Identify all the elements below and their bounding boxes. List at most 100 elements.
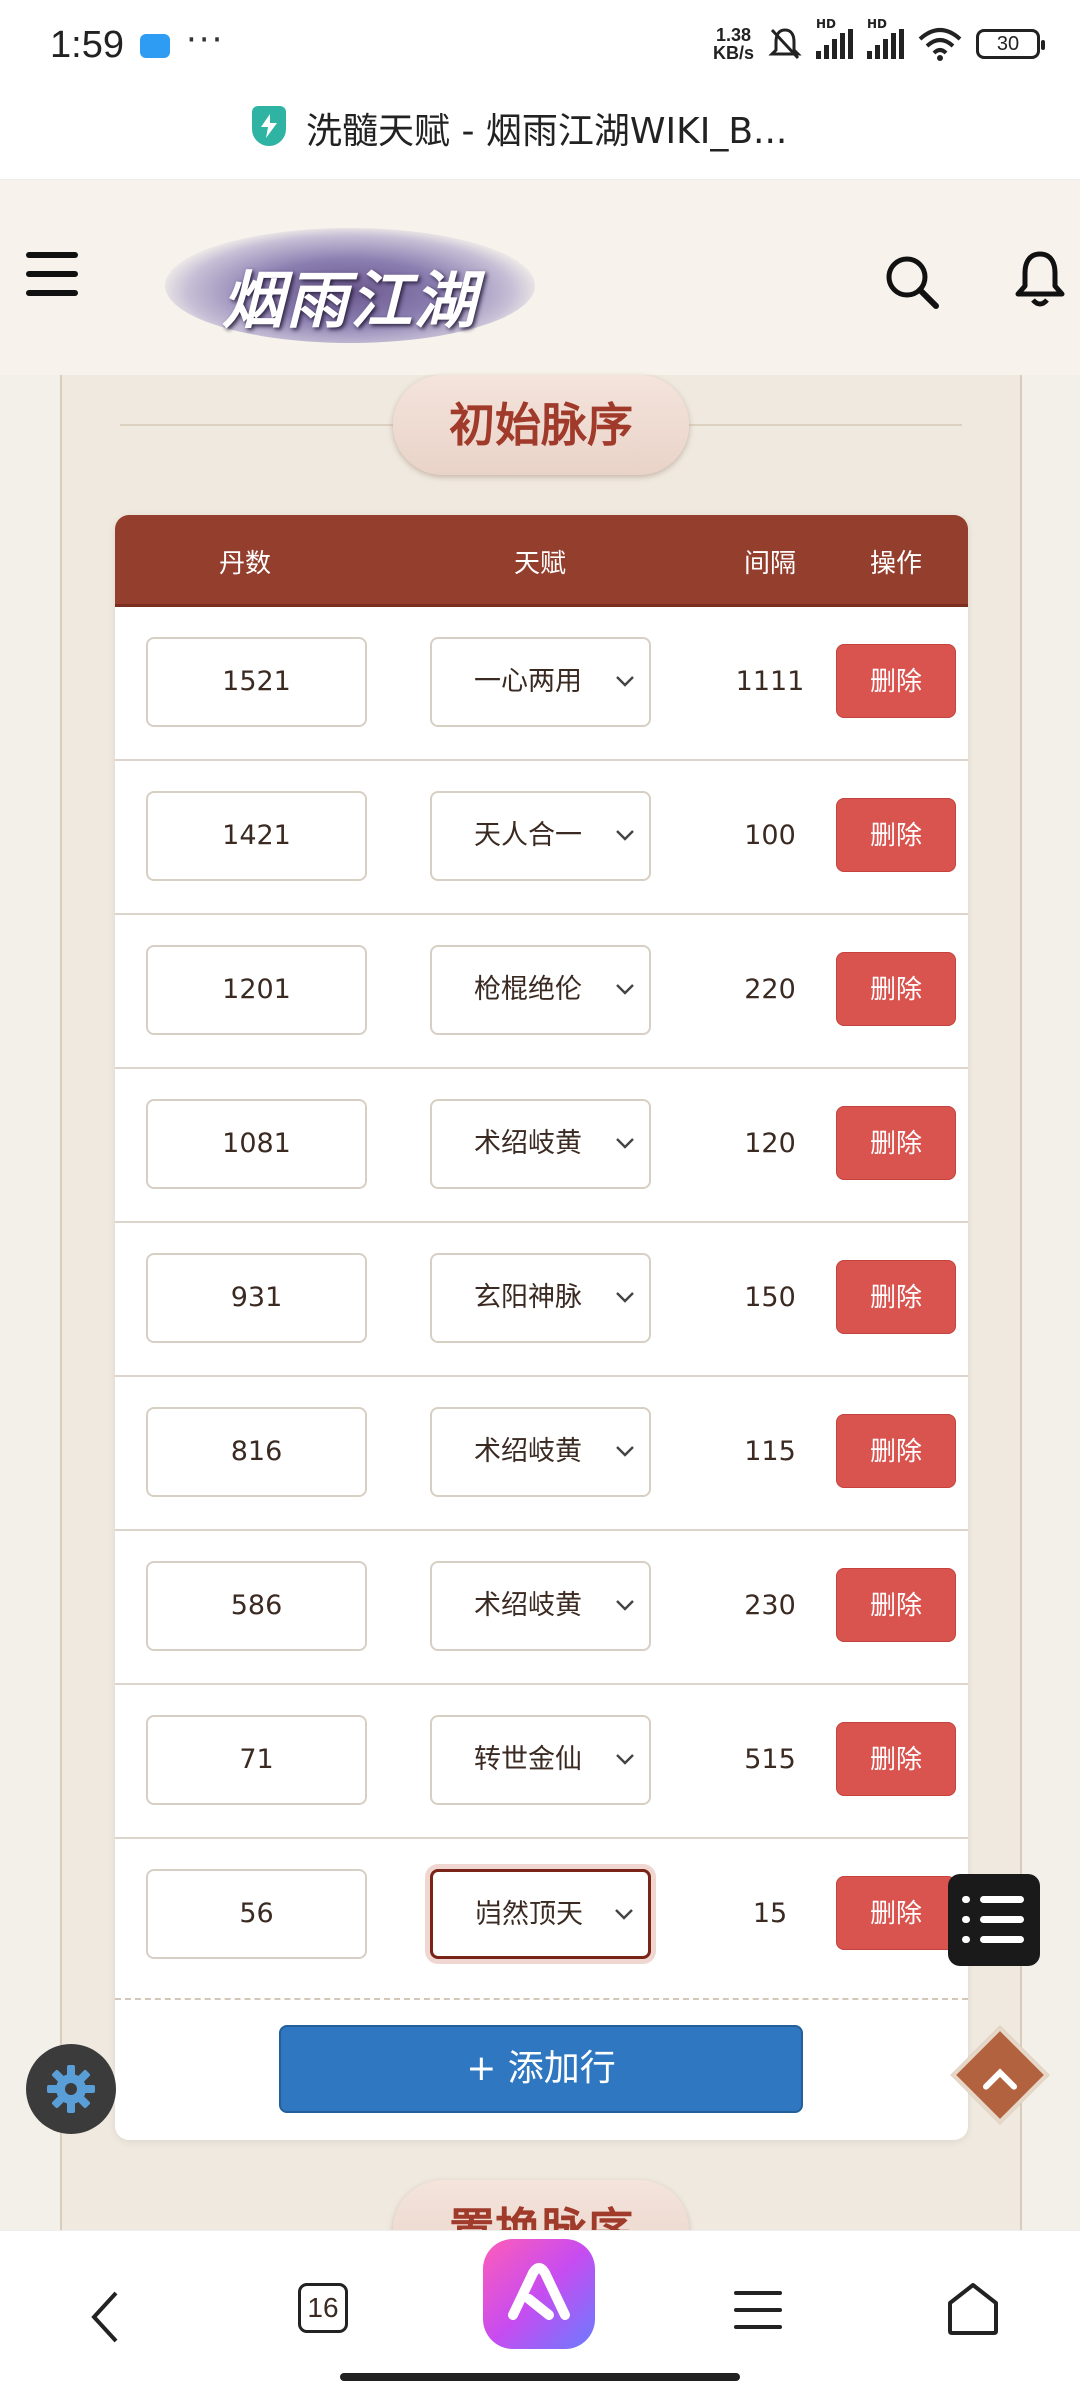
talent-value: 术绍岐黄: [474, 1436, 582, 1467]
add-row-button[interactable]: + 添加行: [279, 2025, 803, 2113]
talent-value: 岿然顶天: [475, 1899, 583, 1930]
ai-logo-icon: [508, 2263, 570, 2320]
logo-text: 烟雨江湖: [221, 264, 478, 337]
gear-icon: [47, 2065, 95, 2113]
divider-line-left: [120, 424, 393, 426]
talent-value: 天人合一: [474, 820, 582, 851]
ai-assistant-button[interactable]: [483, 2239, 595, 2349]
delete-button[interactable]: 删除: [836, 798, 956, 872]
add-row-area: + 添加行: [115, 1998, 968, 2140]
wifi-icon: [918, 28, 962, 61]
site-logo[interactable]: 烟雨江湖: [165, 228, 535, 343]
tabs-button[interactable]: 16: [298, 2283, 348, 2333]
chevron-down-icon: [616, 1138, 634, 1149]
cloud-icon: [140, 34, 170, 58]
gap-value: 120: [744, 1128, 796, 1159]
gap-value: 515: [744, 1744, 796, 1775]
dan-input[interactable]: 1421: [146, 791, 367, 881]
table-header: 丹数 天赋 间隔 操作: [115, 515, 968, 607]
notification-bell-icon[interactable]: [1012, 248, 1068, 310]
talent-value: 术绍岐黄: [474, 1128, 582, 1159]
table-row: 586 术绍岐黄 230 删除: [115, 1531, 968, 1685]
menu-icon[interactable]: [26, 252, 78, 296]
table-row: 71 转世金仙 515 删除: [115, 1685, 968, 1839]
gap-value: 15: [752, 1898, 788, 1929]
chevron-down-icon: [616, 1754, 634, 1765]
table-row: 1081 术绍岐黄 120 删除: [115, 1069, 968, 1223]
gap-value: 115: [744, 1436, 796, 1467]
header-action: 操作: [869, 549, 922, 579]
header-dan: 丹数: [218, 549, 271, 579]
dan-input[interactable]: 931: [146, 1253, 367, 1343]
talent-select[interactable]: 天人合一: [430, 791, 651, 881]
chevron-down-icon: [616, 1292, 634, 1303]
site-header: 烟雨江湖: [0, 180, 1080, 375]
dan-input[interactable]: 1521: [146, 637, 367, 727]
delete-button[interactable]: 删除: [836, 1722, 956, 1796]
talent-select[interactable]: 岿然顶天: [430, 1869, 651, 1959]
gap-value: 100: [744, 820, 796, 851]
talent-select[interactable]: 术绍岐黄: [430, 1407, 651, 1497]
dan-input[interactable]: 56: [146, 1869, 367, 1959]
chevron-down-icon: [616, 830, 634, 841]
talent-select[interactable]: 枪棍绝伦: [430, 945, 651, 1035]
delete-button[interactable]: 删除: [836, 1414, 956, 1488]
dan-input[interactable]: 586: [146, 1561, 367, 1651]
table-row: 56 岿然顶天 15 删除: [115, 1839, 968, 1993]
settings-gear-button[interactable]: [26, 2044, 116, 2134]
chevron-down-icon: [616, 676, 634, 687]
talent-select[interactable]: 玄阳神脉: [430, 1253, 651, 1343]
home-indicator[interactable]: [340, 2373, 740, 2381]
hd-label-2: HD: [867, 17, 888, 31]
gap-value: 1111: [735, 666, 805, 697]
table-row: 1201 枪棍绝伦 220 删除: [115, 915, 968, 1069]
network-speed-unit: KB/s: [712, 43, 754, 63]
talent-select[interactable]: 一心两用: [430, 637, 651, 727]
header-gap: 间隔: [743, 549, 796, 579]
search-icon[interactable]: [882, 252, 942, 312]
delete-button[interactable]: 删除: [836, 644, 956, 718]
talent-value: 一心两用: [474, 666, 582, 697]
home-icon[interactable]: [946, 2281, 1000, 2337]
table-row: 1521 一心两用 1111 删除: [115, 607, 968, 761]
status-time: 1:59: [50, 24, 124, 66]
hd-label-1: HD: [816, 17, 837, 31]
delete-button[interactable]: 删除: [836, 1876, 956, 1950]
dan-input[interactable]: 1201: [146, 945, 367, 1035]
talent-value: 玄阳神脉: [474, 1282, 582, 1313]
signal-bars-icon: [816, 29, 853, 59]
menu-icon[interactable]: [734, 2291, 782, 2342]
delete-button[interactable]: 删除: [836, 1260, 956, 1334]
signal-1: HD: [816, 17, 853, 59]
page-title: 洗髓天赋 - 烟雨江湖WIKI_B...: [306, 111, 788, 152]
talent-select[interactable]: 术绍岐黄: [430, 1561, 651, 1651]
toc-list-button[interactable]: [948, 1874, 1040, 1966]
table-row: 816 术绍岐黄 115 删除: [115, 1377, 968, 1531]
talent-value: 转世金仙: [474, 1744, 582, 1775]
more-notifications-icon: ···: [186, 20, 225, 60]
talent-value: 枪棍绝伦: [474, 974, 582, 1005]
talent-select[interactable]: 术绍岐黄: [430, 1099, 651, 1189]
dan-input[interactable]: 816: [146, 1407, 367, 1497]
signal-bars-icon: [867, 29, 904, 59]
chevron-up-icon: [983, 2068, 1017, 2090]
dan-input[interactable]: 1081: [146, 1099, 367, 1189]
network-speed: 1.38 KB/s: [713, 26, 754, 62]
header-talent: 天赋: [513, 549, 566, 579]
gap-value: 150: [744, 1282, 796, 1313]
chevron-down-icon: [616, 1446, 634, 1457]
section-title: 初始脉序: [449, 398, 633, 452]
delete-button[interactable]: 删除: [836, 1568, 956, 1642]
table-row: 931 玄阳神脉 150 删除: [115, 1223, 968, 1377]
chevron-down-icon: [615, 1909, 633, 1920]
delete-button[interactable]: 删除: [836, 952, 956, 1026]
table-row: 1421 天人合一 100 删除: [115, 761, 968, 915]
delete-button[interactable]: 删除: [836, 1106, 956, 1180]
gap-value: 220: [744, 974, 796, 1005]
talent-value: 术绍岐黄: [474, 1590, 582, 1621]
dan-input[interactable]: 71: [146, 1715, 367, 1805]
back-icon[interactable]: [86, 2289, 126, 2345]
battery-icon: 30: [976, 29, 1045, 59]
browser-title-bar[interactable]: 洗髓天赋 - 烟雨江湖WIKI_B...: [0, 92, 1080, 180]
talent-select[interactable]: 转世金仙: [430, 1715, 651, 1805]
